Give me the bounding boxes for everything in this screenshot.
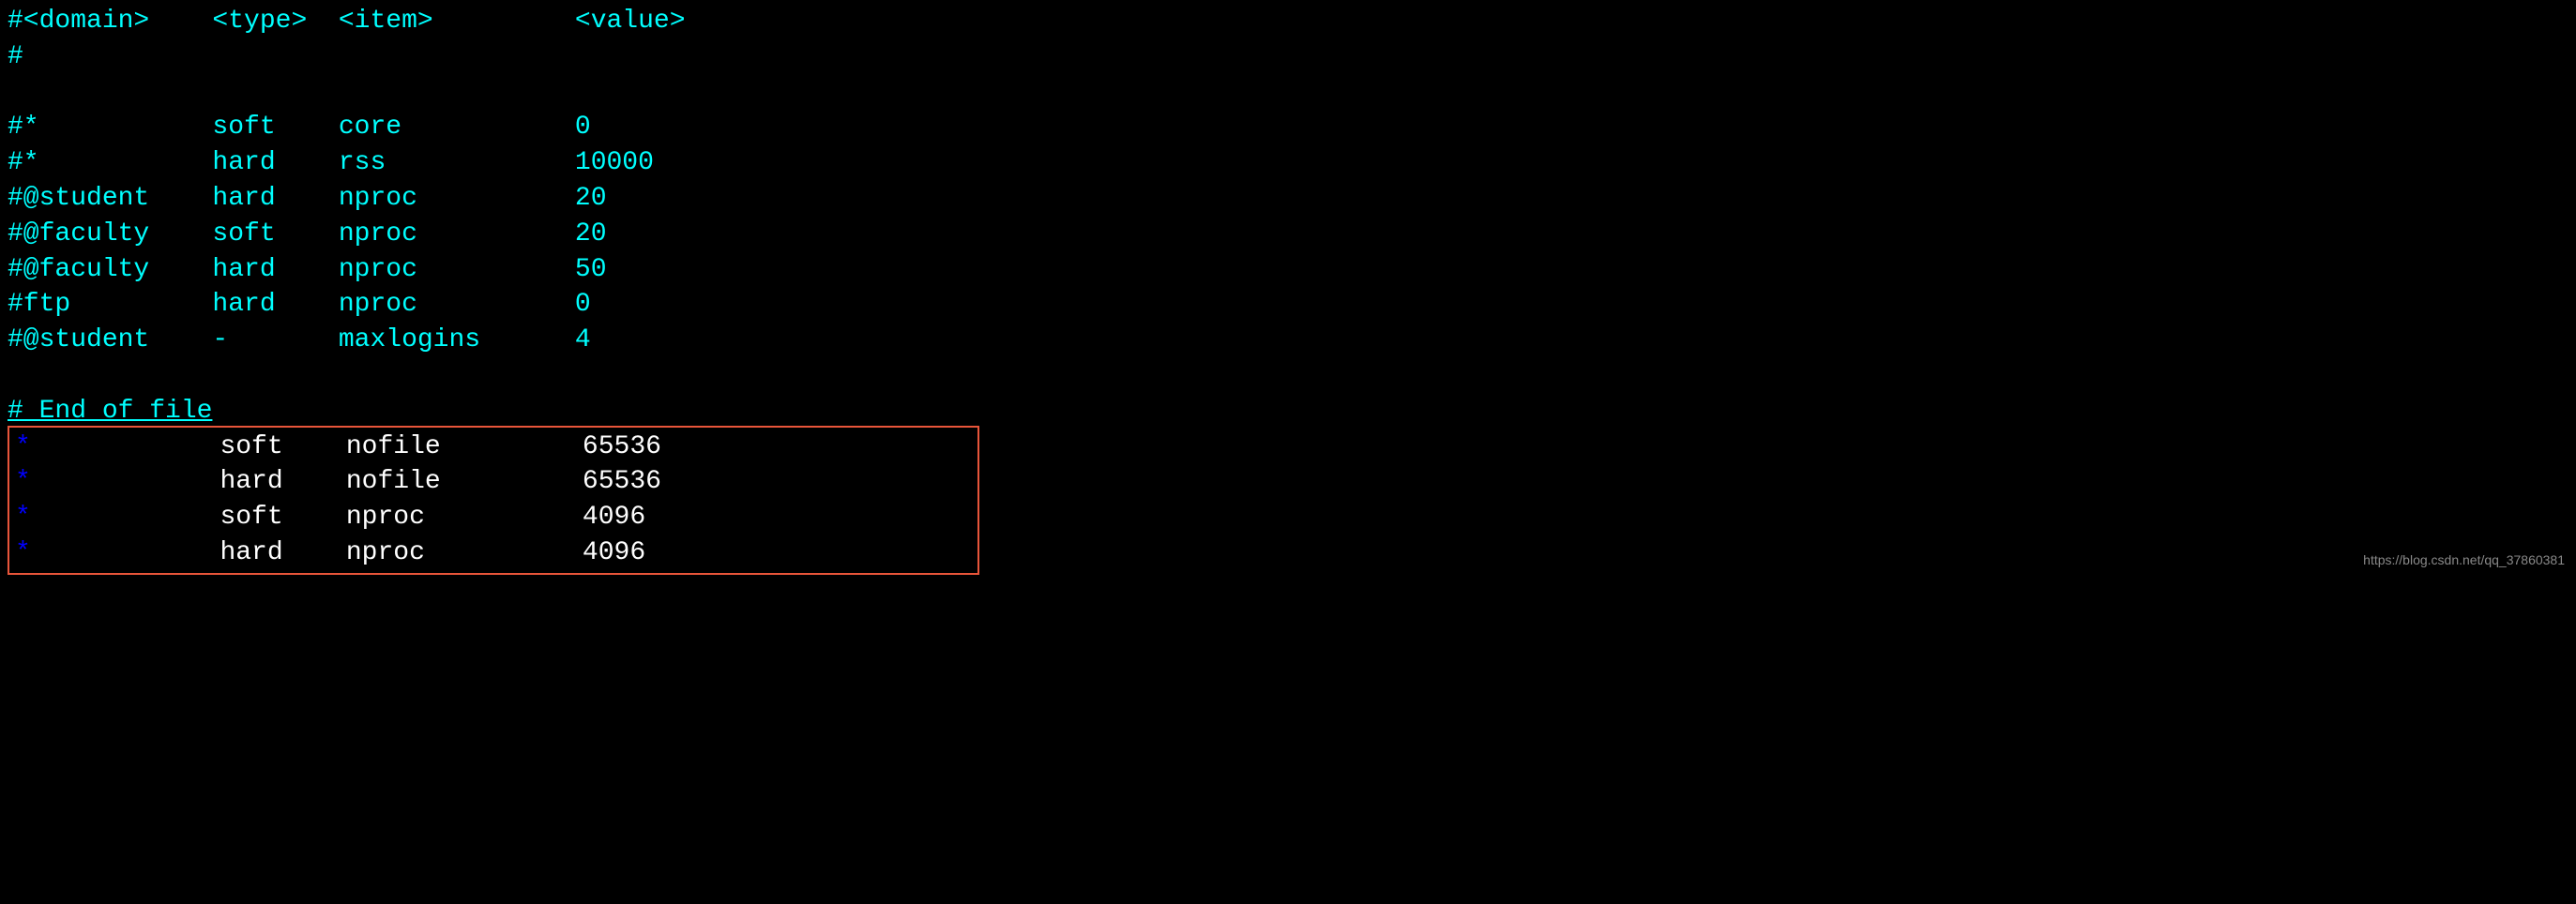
config-row: * hard nofile 65536 xyxy=(15,464,972,500)
config-values: hard nofile 65536 xyxy=(31,467,661,496)
blank-line xyxy=(8,358,2568,394)
watermark-text: https://blog.csdn.net/qq_37860381 xyxy=(2363,551,2565,569)
config-row: * soft nproc 4096 xyxy=(15,500,972,535)
wildcard-star: * xyxy=(15,538,31,567)
wildcard-star: * xyxy=(15,467,31,496)
config-values: soft nproc 4096 xyxy=(31,503,645,532)
header-line: #<domain> <type> <item> <value> xyxy=(8,4,2568,39)
highlighted-config-block: * soft nofile 65536* hard nofile 65536* … xyxy=(8,426,979,575)
commented-row: #* hard rss 10000 xyxy=(8,145,2568,181)
config-values: hard nproc 4096 xyxy=(31,538,645,567)
commented-row: #ftp hard nproc 0 xyxy=(8,287,2568,323)
commented-row: #@student hard nproc 20 xyxy=(8,181,2568,217)
commented-row: #@faculty soft nproc 20 xyxy=(8,217,2568,252)
config-row: * soft nofile 65536 xyxy=(15,429,972,465)
commented-row: #@student - maxlogins 4 xyxy=(8,323,2568,358)
config-row: * hard nproc 4096 xyxy=(15,535,972,571)
wildcard-star: * xyxy=(15,432,31,461)
wildcard-star: * xyxy=(15,503,31,532)
end-of-file-line: # End of file xyxy=(8,394,2568,429)
terminal-output: #<domain> <type> <item> <value> # #* sof… xyxy=(0,0,2576,579)
config-values: soft nofile 65536 xyxy=(31,432,661,461)
commented-row: #* soft core 0 xyxy=(8,110,2568,145)
commented-row: #@faculty hard nproc 50 xyxy=(8,252,2568,288)
blank-line xyxy=(8,75,2568,111)
hash-line: # xyxy=(8,39,2568,75)
